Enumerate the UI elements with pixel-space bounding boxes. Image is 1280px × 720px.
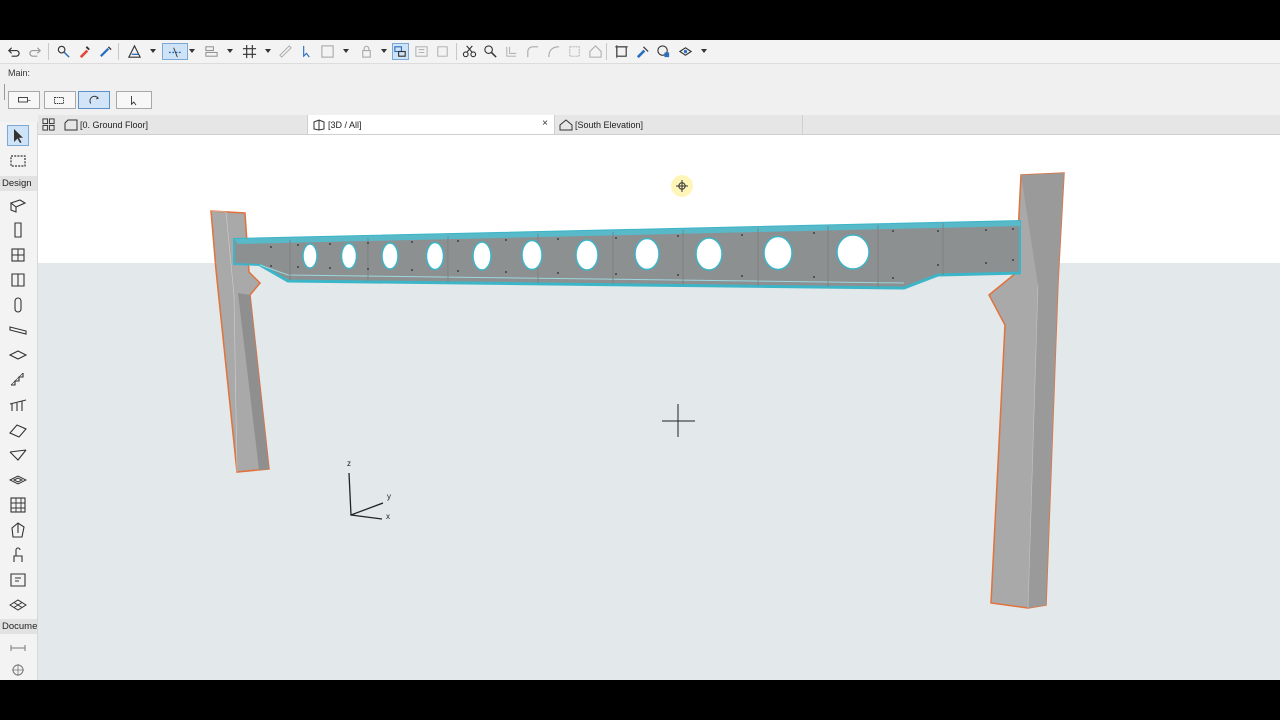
- slab-tool-icon[interactable]: [7, 344, 29, 365]
- floor-plan-icon: [64, 119, 78, 130]
- toolbox: Design Docume: [0, 122, 38, 680]
- orbit-button[interactable]: [78, 91, 110, 109]
- marquee-method-button[interactable]: [44, 91, 76, 109]
- selection-method-button[interactable]: [8, 91, 40, 109]
- cut-icon[interactable]: [587, 43, 604, 60]
- group-dropdown-icon[interactable]: [343, 49, 349, 53]
- arrow-tool-button[interactable]: [116, 91, 152, 109]
- roof-trim-icon[interactable]: [566, 43, 583, 60]
- zone-tool-icon[interactable]: [7, 569, 29, 590]
- tab-3d-all[interactable]: [3D / All] ×: [308, 115, 555, 134]
- grid-dropdown-icon[interactable]: [265, 49, 271, 53]
- axis-z-label: z: [347, 459, 351, 468]
- 3d-view-icon: [313, 118, 325, 131]
- level-dimension-tool-icon[interactable]: [7, 658, 29, 679]
- offset-icon[interactable]: [503, 43, 520, 60]
- window-tool-icon[interactable]: [7, 244, 29, 265]
- wall-tool-icon[interactable]: [7, 194, 29, 215]
- letterbox-bottom: [0, 680, 1280, 720]
- skylight-tool-icon[interactable]: [7, 469, 29, 490]
- letterbox-top: [0, 0, 1280, 40]
- morph-tool-icon[interactable]: [7, 519, 29, 540]
- infobox-divider: [4, 84, 5, 100]
- 3d-scene[interactable]: [38, 135, 1280, 680]
- column-round-tool-icon[interactable]: [7, 294, 29, 315]
- select-icon[interactable]: [298, 43, 315, 60]
- tab-label: [South Elevation]: [575, 119, 644, 130]
- split-icon[interactable]: [461, 43, 478, 60]
- toolbox-document-header[interactable]: Docume: [0, 619, 37, 634]
- pet-palette-icon[interactable]: [55, 43, 72, 60]
- fillet-icon[interactable]: [524, 43, 541, 60]
- redo-icon[interactable]: [27, 43, 44, 60]
- resize-icon[interactable]: [545, 43, 562, 60]
- arrow-tool-icon[interactable]: [7, 125, 29, 146]
- grid-snap-icon[interactable]: [241, 43, 258, 60]
- view-tab-bar: [0. Ground Floor] [3D / All] × [South El…: [38, 115, 1280, 135]
- railing-tool-icon[interactable]: [7, 394, 29, 415]
- shell-tool-icon[interactable]: [7, 444, 29, 465]
- trace-icon[interactable]: [126, 43, 143, 60]
- marquee-tool-icon[interactable]: [7, 150, 29, 171]
- orbit-center-marker[interactable]: [671, 175, 693, 197]
- tab-ground-floor[interactable]: [0. Ground Floor]: [60, 115, 308, 134]
- elevation-icon: [559, 118, 573, 130]
- view-options-dropdown-icon[interactable]: [701, 49, 707, 53]
- snap-guide-icon[interactable]: [162, 43, 188, 60]
- align-dropdown-icon[interactable]: [227, 49, 233, 53]
- group-icon[interactable]: [319, 43, 336, 60]
- curtain-wall-tool-icon[interactable]: [7, 494, 29, 515]
- axis-y-label: y: [387, 492, 391, 501]
- toolbox-design-header[interactable]: Design: [0, 176, 37, 191]
- adjust-icon[interactable]: [434, 43, 451, 60]
- column-tool-icon[interactable]: [7, 219, 29, 240]
- suspend-group-icon[interactable]: [392, 43, 409, 60]
- mesh-tool-icon[interactable]: [7, 594, 29, 615]
- view-options-icon[interactable]: [677, 43, 694, 60]
- lock-icon[interactable]: [358, 43, 375, 60]
- renovation-icon[interactable]: [634, 43, 651, 60]
- tab-south-elevation[interactable]: [South Elevation]: [555, 115, 803, 134]
- object-tool-icon[interactable]: [7, 544, 29, 565]
- explode-icon[interactable]: [613, 43, 630, 60]
- ruler-icon[interactable]: [277, 43, 294, 60]
- magic-wand-icon[interactable]: [413, 43, 430, 60]
- tab-label: [3D / All]: [328, 119, 362, 130]
- standard-toolbar: [0, 40, 1280, 64]
- trace-dropdown-icon[interactable]: [150, 49, 156, 53]
- infobox-title: Main:: [8, 68, 31, 78]
- close-tab-icon[interactable]: ×: [542, 118, 548, 129]
- lock-dropdown-icon[interactable]: [381, 49, 387, 53]
- stair-tool-icon[interactable]: [7, 369, 29, 390]
- tab-overview-icon[interactable]: [40, 117, 56, 132]
- injection-icon[interactable]: [97, 43, 114, 60]
- eyedropper-icon[interactable]: [76, 43, 93, 60]
- 3d-viewport[interactable]: z y x: [38, 135, 1280, 680]
- graphic-override-icon[interactable]: [655, 43, 672, 60]
- door-tool-icon[interactable]: [7, 269, 29, 290]
- snap-guide-dropdown-icon[interactable]: [189, 49, 195, 53]
- undo-icon[interactable]: [5, 43, 22, 60]
- roof-tool-icon[interactable]: [7, 419, 29, 440]
- tab-label: [0. Ground Floor]: [80, 119, 149, 130]
- intersect-icon[interactable]: [482, 43, 499, 60]
- archicad-window: Main: Design Docume [0. Ground Floor] [3…: [0, 40, 1280, 680]
- beam-tool-icon[interactable]: [7, 319, 29, 340]
- dimension-tool-icon[interactable]: [7, 636, 29, 657]
- align-icon[interactable]: [203, 43, 220, 60]
- axis-x-label: x: [386, 512, 390, 521]
